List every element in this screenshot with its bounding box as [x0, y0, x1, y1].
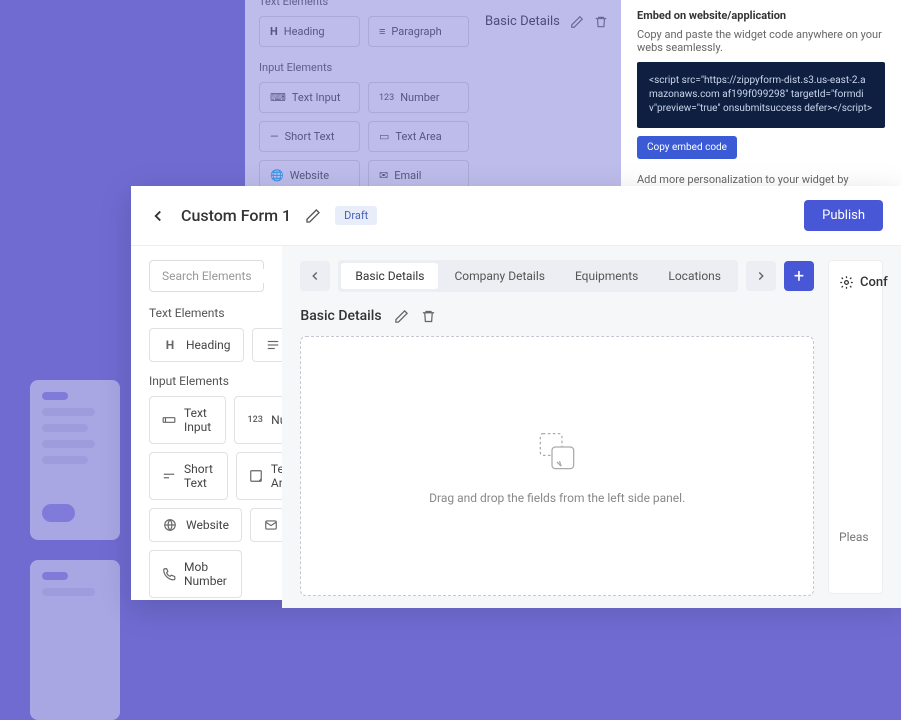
back-button[interactable] [149, 207, 167, 225]
bg-embed-panel: Embed on website/application Copy and pa… [621, 0, 901, 213]
embed-code: <script src="https://zippyform-dist.s3.u… [637, 62, 885, 128]
globe-icon: 🌐 [270, 169, 284, 182]
section-title: Basic Details [300, 308, 381, 324]
number-icon: 123 [379, 93, 394, 103]
edit-section-button[interactable] [394, 309, 409, 324]
dropzone-text: Drag and drop the fields from the left s… [429, 491, 685, 505]
edit-title-button[interactable] [305, 208, 321, 224]
tab-equipments[interactable]: Equipments [561, 263, 652, 289]
trash-icon [594, 15, 608, 29]
paragraph-icon [265, 338, 281, 352]
bg-el-text-area: ▭Text Area [368, 121, 469, 152]
bg-el-heading: HHeading [259, 16, 360, 47]
tab-company-details[interactable]: Company Details [440, 263, 558, 289]
add-tab-button[interactable]: + [784, 261, 814, 291]
short-text-icon: — [270, 130, 279, 143]
element-text-area[interactable]: Text Area [236, 452, 283, 500]
text-area-icon: ▭ [379, 130, 389, 143]
element-mob-number[interactable]: Mob Number [149, 550, 242, 598]
email-icon: ✉ [379, 169, 388, 182]
element-email[interactable]: Email [250, 508, 282, 542]
short-text-icon [162, 469, 176, 483]
form-title: Custom Form 1 [181, 206, 291, 225]
dropzone-icon [532, 427, 582, 477]
tabs-next-button[interactable] [746, 261, 776, 291]
search-elements[interactable] [149, 260, 264, 292]
element-number[interactable]: 123Number [234, 396, 282, 444]
elements-sidebar: Text Elements HHeading Paragraph Input E… [131, 246, 282, 608]
element-website[interactable]: Website [149, 508, 242, 542]
text-input-icon [162, 413, 176, 427]
text-area-icon [249, 469, 263, 483]
heading-icon: H [270, 25, 278, 38]
embed-desc: Copy and paste the widget code anywhere … [637, 28, 885, 54]
form-tabs: Basic Details Company Details Equipments… [300, 260, 814, 292]
section-text-elements: Text Elements [149, 306, 264, 320]
bg-card-2 [30, 560, 120, 720]
globe-icon [162, 518, 178, 532]
bg-el-short-text: —Short Text [259, 121, 360, 152]
tab-basic-details[interactable]: Basic Details [341, 263, 438, 289]
bg-el-paragraph: ≡Paragraph [368, 16, 469, 47]
config-panel: Conf Pleas [828, 260, 883, 594]
paragraph-icon: ≡ [379, 25, 385, 38]
header: Custom Form 1 Draft Publish [131, 186, 901, 246]
delete-section-button[interactable] [421, 309, 436, 324]
element-text-input[interactable]: Text Input [149, 396, 226, 444]
number-icon: 123 [247, 415, 263, 425]
form-builder-window: Custom Form 1 Draft Publish Text Element… [131, 186, 901, 600]
tab-locations[interactable]: Locations [654, 263, 735, 289]
email-icon [263, 518, 279, 532]
heading-icon: H [162, 338, 178, 352]
bg-el-text-input: ⌨Text Input [259, 82, 360, 113]
element-paragraph[interactable]: Paragraph [252, 328, 283, 362]
search-input[interactable] [162, 269, 282, 283]
main-canvas-area: Basic Details Company Details Equipments… [282, 246, 901, 608]
element-short-text[interactable]: Short Text [149, 452, 228, 500]
edit-icon [570, 15, 584, 29]
bg-card-1 [30, 380, 120, 540]
config-title: Conf [860, 275, 888, 290]
text-input-icon: ⌨ [270, 91, 286, 104]
copy-embed-button: Copy embed code [637, 136, 737, 159]
bg-el-number: 123Number [368, 82, 469, 113]
draft-badge: Draft [335, 206, 377, 225]
form-dropzone[interactable]: Drag and drop the fields from the left s… [300, 336, 814, 596]
publish-button[interactable]: Publish [804, 200, 883, 231]
embed-title: Embed on website/application [637, 9, 786, 22]
bg-form-title: Basic Details [485, 14, 560, 29]
element-heading[interactable]: HHeading [149, 328, 244, 362]
section-input-elements: Input Elements [149, 374, 264, 388]
gear-icon [839, 275, 854, 290]
phone-icon [162, 567, 176, 581]
config-placeholder: Pleas [839, 530, 872, 544]
bg-input-elements-title: Input Elements [259, 61, 469, 74]
tabs-prev-button[interactable] [300, 261, 330, 291]
bg-text-elements-title: Text Elements [259, 0, 469, 8]
